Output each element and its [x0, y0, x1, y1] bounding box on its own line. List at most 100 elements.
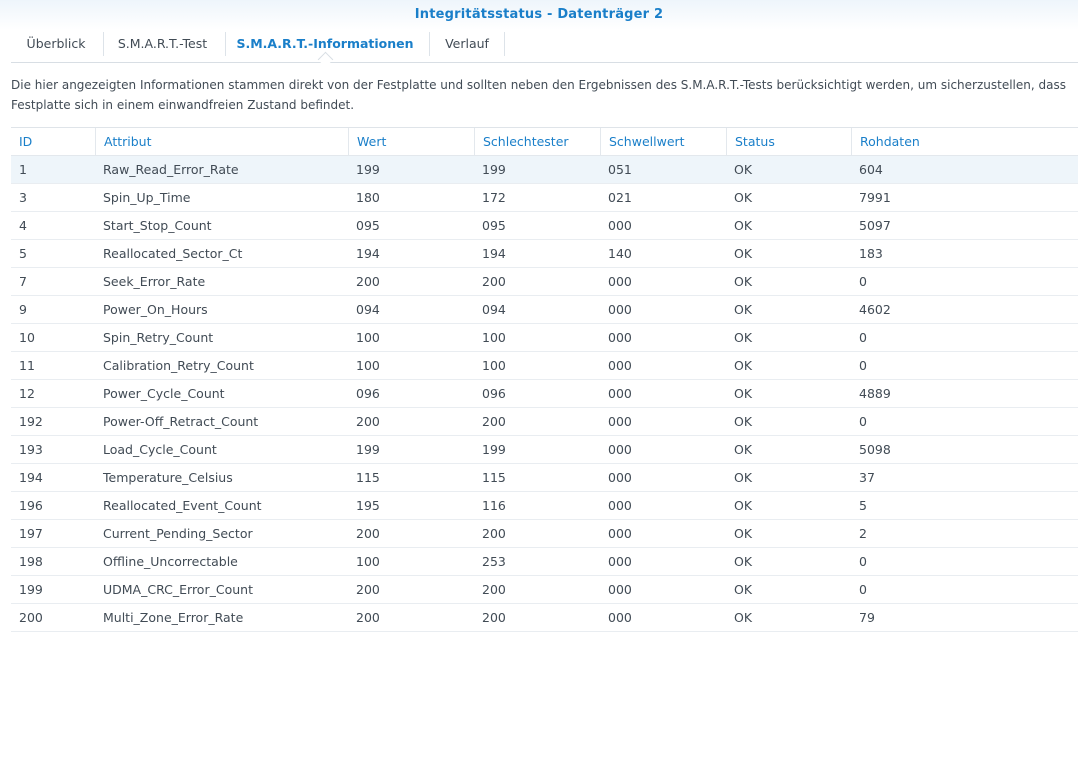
info-description: Die hier angezeigten Informationen stamm…	[11, 78, 1066, 112]
column-header-status[interactable]: Status	[726, 128, 851, 155]
table-row[interactable]: 193 Load_Cycle_Count 199 199 000 OK 5098	[11, 436, 1078, 464]
table-row[interactable]: 199 UDMA_CRC_Error_Count 200 200 000 OK 0	[11, 576, 1078, 604]
table-row[interactable]: 197 Current_Pending_Sector 200 200 000 OK 2	[11, 520, 1078, 548]
cell-schwellwert: 021	[608, 190, 632, 205]
cell-id: 1	[19, 162, 27, 177]
cell-rohdaten: 37	[859, 470, 875, 485]
cell-attribut: Power_On_Hours	[103, 302, 208, 317]
table-row[interactable]: 1 Raw_Read_Error_Rate 199 199 051 OK 604	[11, 156, 1078, 184]
cell-schwellwert: 000	[608, 358, 632, 373]
table-row[interactable]: 5 Reallocated_Sector_Ct 194 194 140 OK 183	[11, 240, 1078, 268]
cell-status: OK	[734, 246, 753, 261]
cell-attribut: Reallocated_Sector_Ct	[103, 246, 243, 261]
cell-id: 11	[19, 358, 35, 373]
table-row[interactable]: 194 Temperature_Celsius 115 115 000 OK 37	[11, 464, 1078, 492]
cell-wert: 199	[356, 442, 380, 457]
cell-schwellwert: 000	[608, 498, 632, 513]
table-row[interactable]: 4 Start_Stop_Count 095 095 000 OK 5097	[11, 212, 1078, 240]
cell-wert: 100	[356, 330, 380, 345]
cell-schlechtester: 253	[482, 554, 506, 569]
cell-attribut: Spin_Up_Time	[103, 190, 191, 205]
cell-id: 3	[19, 190, 27, 205]
cell-schlechtester: 100	[482, 358, 506, 373]
cell-id: 7	[19, 274, 27, 289]
table-row[interactable]: 200 Multi_Zone_Error_Rate 200 200 000 OK 79	[11, 604, 1078, 632]
cell-status: OK	[734, 162, 753, 177]
cell-status: OK	[734, 442, 753, 457]
cell-attribut: Offline_Uncorrectable	[103, 554, 238, 569]
table-row[interactable]: 12 Power_Cycle_Count 096 096 000 OK 4889	[11, 380, 1078, 408]
cell-wert: 094	[356, 302, 380, 317]
table-row[interactable]: 9 Power_On_Hours 094 094 000 OK 4602	[11, 296, 1078, 324]
tab-ueberblick[interactable]: Überblick	[17, 30, 95, 58]
table-row[interactable]: 192 Power-Off_Retract_Count 200 200 000 OK 0	[11, 408, 1078, 436]
cell-attribut: Load_Cycle_Count	[103, 442, 217, 457]
cell-wert: 195	[356, 498, 380, 513]
cell-id: 193	[19, 442, 43, 457]
cell-attribut: Power_Cycle_Count	[103, 386, 225, 401]
cell-schwellwert: 000	[608, 274, 632, 289]
cell-schwellwert: 000	[608, 386, 632, 401]
table-row[interactable]: 196 Reallocated_Event_Count 195 116 000 OK 5	[11, 492, 1078, 520]
cell-id: 200	[19, 610, 43, 625]
cell-schwellwert: 051	[608, 162, 632, 177]
cell-schlechtester: 096	[482, 386, 506, 401]
cell-rohdaten: 0	[859, 414, 867, 429]
cell-wert: 115	[356, 470, 380, 485]
cell-schlechtester: 200	[482, 582, 506, 597]
tab-separator	[504, 32, 505, 56]
column-header-id[interactable]: ID	[11, 128, 95, 155]
table-header-row: ID Attribut Wert Schlechtester Schwellwe…	[11, 128, 1078, 156]
cell-id: 194	[19, 470, 43, 485]
cell-status: OK	[734, 302, 753, 317]
cell-schlechtester: 200	[482, 274, 506, 289]
window-title-bar: Integritätsstatus - Datenträger 2	[0, 0, 1078, 30]
table-row[interactable]: 198 Offline_Uncorrectable 100 253 000 OK 0	[11, 548, 1078, 576]
cell-attribut: Current_Pending_Sector	[103, 526, 253, 541]
cell-attribut: Calibration_Retry_Count	[103, 358, 254, 373]
column-header-rohdaten[interactable]: Rohdaten	[851, 128, 1078, 155]
cell-rohdaten: 0	[859, 582, 867, 597]
cell-status: OK	[734, 358, 753, 373]
cell-rohdaten: 0	[859, 554, 867, 569]
cell-schlechtester: 200	[482, 414, 506, 429]
cell-schwellwert: 000	[608, 302, 632, 317]
column-header-schwellwert[interactable]: Schwellwert	[600, 128, 726, 155]
cell-id: 192	[19, 414, 43, 429]
column-header-wert[interactable]: Wert	[348, 128, 474, 155]
table-row[interactable]: 10 Spin_Retry_Count 100 100 000 OK 0	[11, 324, 1078, 352]
column-header-attribut[interactable]: Attribut	[95, 128, 348, 155]
cell-attribut: Power-Off_Retract_Count	[103, 414, 259, 429]
cell-schwellwert: 000	[608, 582, 632, 597]
cell-wert: 100	[356, 554, 380, 569]
cell-rohdaten: 0	[859, 358, 867, 373]
cell-id: 199	[19, 582, 43, 597]
cell-schlechtester: 100	[482, 330, 506, 345]
cell-attribut: Raw_Read_Error_Rate	[103, 162, 239, 177]
cell-id: 10	[19, 330, 35, 345]
cell-wert: 200	[356, 274, 380, 289]
cell-rohdaten: 5097	[859, 218, 891, 233]
cell-schwellwert: 000	[608, 526, 632, 541]
cell-rohdaten: 5	[859, 498, 867, 513]
tab-verlauf[interactable]: Verlauf	[437, 30, 497, 58]
cell-status: OK	[734, 470, 753, 485]
cell-status: OK	[734, 218, 753, 233]
cell-status: OK	[734, 498, 753, 513]
cell-status: OK	[734, 414, 753, 429]
table-row[interactable]: 7 Seek_Error_Rate 200 200 000 OK 0	[11, 268, 1078, 296]
cell-schwellwert: 000	[608, 470, 632, 485]
cell-attribut: Spin_Retry_Count	[103, 330, 214, 345]
table-row[interactable]: 11 Calibration_Retry_Count 100 100 000 OK 0	[11, 352, 1078, 380]
cell-wert: 200	[356, 582, 380, 597]
cell-rohdaten: 0	[859, 274, 867, 289]
table-row[interactable]: 3 Spin_Up_Time 180 172 021 OK 7991	[11, 184, 1078, 212]
cell-schwellwert: 140	[608, 246, 632, 261]
cell-schlechtester: 095	[482, 218, 506, 233]
cell-rohdaten: 7991	[859, 190, 891, 205]
cell-attribut: Multi_Zone_Error_Rate	[103, 610, 244, 625]
cell-wert: 095	[356, 218, 380, 233]
column-header-schlechtester[interactable]: Schlechtester	[474, 128, 600, 155]
cell-wert: 200	[356, 414, 380, 429]
tab-smart-test[interactable]: S.M.A.R.T.-Test	[109, 30, 216, 58]
